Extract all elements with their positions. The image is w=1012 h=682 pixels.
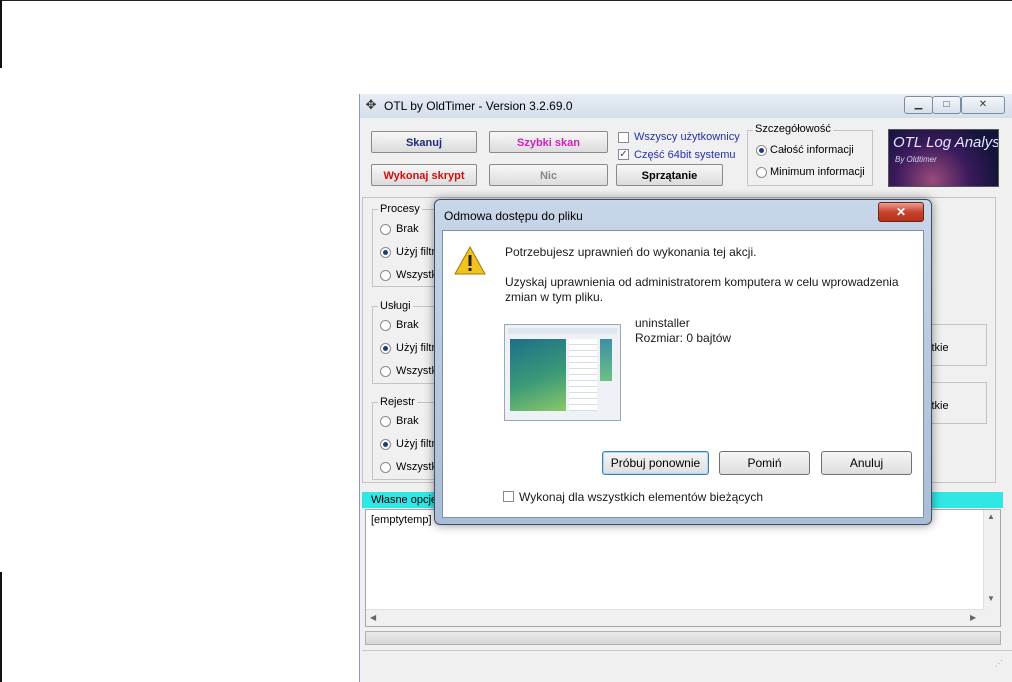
minimum-info-label: Minimum informacji <box>770 166 865 178</box>
file-thumbnail <box>504 324 621 421</box>
background-edge-mark <box>0 572 2 682</box>
all-users-label: Wszyscy użytkownicy <box>634 131 740 143</box>
services-all-radio[interactable] <box>380 366 391 377</box>
processes-all-radio[interactable] <box>380 270 391 281</box>
cleanup-button[interactable]: Sprzątanie <box>616 164 723 186</box>
dialog-message-line1: Uzyskaj uprawnienia od administratorem k… <box>505 275 899 289</box>
minimum-info-radio[interactable] <box>756 167 767 178</box>
apply-all-checkbox[interactable] <box>503 491 514 502</box>
background-top-line <box>0 0 1012 1</box>
minimize-button[interactable]: ▁ <box>904 96 933 114</box>
dialog-title: Odmowa dostępu do pliku <box>444 209 583 223</box>
scroll-left-arrow-icon[interactable]: ◀ <box>370 613 376 622</box>
registry-all-label: Wszystk <box>396 461 437 473</box>
otl-titlebar[interactable]: ✥ OTL by OldTimer - Version 3.2.69.0 ▁ □… <box>360 94 1012 118</box>
otl-app-icon: ✥ <box>365 97 377 112</box>
file-name: uninstaller <box>635 316 690 330</box>
registry-filter-radio[interactable] <box>380 439 391 450</box>
textarea-horizontal-scrollbar[interactable]: ◀ ▶ <box>366 609 985 626</box>
thumbnail-titlebar <box>508 328 617 334</box>
dialog-message-line2: zmian w tym pliku. <box>505 290 604 304</box>
services-none-label: Brak <box>396 319 419 331</box>
textarea-vertical-scrollbar[interactable]: ▲ ▼ <box>983 510 1000 626</box>
processes-filter-radio[interactable] <box>380 247 391 258</box>
dialog-body: Potrzebujesz uprawnień do wykonania tej … <box>442 230 924 518</box>
processes-all-label: Wszystk <box>396 269 437 281</box>
skip-button[interactable]: Pomiń <box>719 451 810 475</box>
maximize-button[interactable]: □ <box>932 96 961 114</box>
resize-grip-icon[interactable]: ⋰ <box>995 659 1003 668</box>
retry-button[interactable]: Próbuj ponownie <box>602 451 709 475</box>
status-bar: ⋰ <box>362 650 1012 671</box>
thumbnail-list-pane <box>569 339 597 411</box>
scan-button[interactable]: Skanuj <box>371 131 477 153</box>
access-denied-dialog: Odmowa dostępu do pliku ✕ Potrzebujesz u… <box>434 199 932 525</box>
services-filter-label: Użyj filtr <box>396 342 436 354</box>
logo-title: OTL Log Analysis <box>893 134 999 151</box>
quick-scan-button[interactable]: Szybki skan <box>489 131 608 153</box>
run-script-button[interactable]: Wykonaj skrypt <box>371 164 477 186</box>
full-info-radio[interactable] <box>756 145 767 156</box>
services-none-radio[interactable] <box>380 320 391 331</box>
custom-options-text: [emptytemp] <box>371 514 432 526</box>
apply-all-label: Wykonaj dla wszystkich elementów bieżący… <box>519 490 763 504</box>
processes-none-label: Brak <box>396 223 419 235</box>
thumbnail-preview-pane <box>510 339 566 411</box>
dialog-close-button[interactable]: ✕ <box>878 202 924 222</box>
custom-options-textarea[interactable]: [emptytemp] ▲ ▼ ◀ ▶ <box>365 509 1001 627</box>
services-filter-radio[interactable] <box>380 343 391 354</box>
registry-legend: Rejestr <box>378 396 417 408</box>
custom-options-title: Własne opcje <box>371 494 438 506</box>
registry-none-radio[interactable] <box>380 416 391 427</box>
none-button[interactable]: Nic <box>489 164 608 186</box>
processes-none-radio[interactable] <box>380 224 391 235</box>
otl-log-analysis-logo[interactable]: OTL Log Analysis By Oldtimer <box>888 129 999 187</box>
scroll-down-arrow-icon[interactable]: ▼ <box>987 594 995 603</box>
all-users-checkbox[interactable] <box>618 132 629 143</box>
thumbnail-side-pane <box>600 339 612 381</box>
registry-none-label: Brak <box>396 415 419 427</box>
background-edge-mark <box>0 0 2 68</box>
dialog-message-primary: Potrzebujesz uprawnień do wykonania tej … <box>505 245 757 259</box>
processes-filter-label: Użyj filtr <box>396 246 436 258</box>
warning-icon <box>454 245 486 275</box>
registry-all-radio[interactable] <box>380 462 391 473</box>
logo-subtitle: By Oldtimer <box>895 155 937 164</box>
progress-bar <box>365 631 1001 645</box>
scroll-right-arrow-icon[interactable]: ▶ <box>970 613 976 622</box>
registry-filter-label: Użyj filtr <box>396 438 436 450</box>
part64-checkbox[interactable]: ✓ <box>618 149 629 160</box>
otl-window-title: OTL by OldTimer - Version 3.2.69.0 <box>384 99 573 113</box>
scroll-up-arrow-icon[interactable]: ▲ <box>987 512 995 521</box>
file-size: Rozmiar: 0 bajtów <box>635 331 732 345</box>
cancel-button[interactable]: Anuluj <box>821 451 912 475</box>
full-info-label: Całość informacji <box>770 144 854 156</box>
services-all-label: Wszystk <box>396 365 437 377</box>
detail-legend: Szczegółowość <box>753 123 833 135</box>
services-legend: Usługi <box>378 300 413 312</box>
part64-label: Część 64bit systemu <box>634 149 736 161</box>
processes-legend: Procesy <box>378 203 422 215</box>
close-window-button[interactable]: ✕ <box>961 96 1005 114</box>
